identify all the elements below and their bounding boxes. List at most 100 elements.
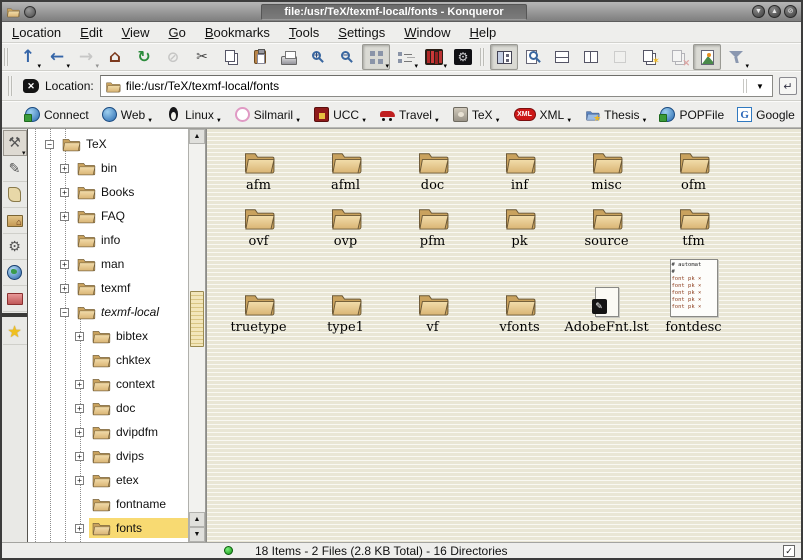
- tree-row-context[interactable]: +context: [28, 372, 188, 396]
- tree-row-etex[interactable]: +etex: [28, 468, 188, 492]
- expand-icon[interactable]: +: [75, 332, 84, 341]
- file-item-misc[interactable]: misc: [563, 137, 650, 193]
- expand-icon[interactable]: +: [75, 452, 84, 461]
- go-button[interactable]: ↵: [779, 77, 797, 95]
- sidebar-root-button[interactable]: [3, 286, 27, 312]
- remove-view-button[interactable]: [606, 44, 634, 70]
- menu-view[interactable]: View: [122, 25, 150, 40]
- expand-icon[interactable]: +: [75, 524, 84, 533]
- tree-row-books[interactable]: +Books: [28, 180, 188, 204]
- tree-row-texmf[interactable]: +texmf: [28, 276, 188, 300]
- kde-gear-button[interactable]: ⚙: [449, 44, 477, 70]
- tree-row-faq[interactable]: +FAQ: [28, 204, 188, 228]
- collapse-icon[interactable]: −: [45, 140, 54, 149]
- file-item-fontdesc[interactable]: # automat # font pk × font pk × font pk …: [650, 249, 737, 335]
- split-view-left-right-button[interactable]: [577, 44, 605, 70]
- scroll-up-button[interactable]: ▲: [189, 129, 205, 144]
- new-tab-button[interactable]: ✶: [635, 44, 663, 70]
- print-button[interactable]: [275, 44, 303, 70]
- file-item-ovp[interactable]: ovp: [302, 193, 389, 249]
- bookmark-tex[interactable]: TeX▼: [453, 104, 501, 126]
- close-tab-button[interactable]: ✕: [664, 44, 692, 70]
- menu-bookmarks[interactable]: Bookmarks: [205, 25, 270, 40]
- zoom-in-button[interactable]: +: [304, 44, 332, 70]
- reload-button[interactable]: ↻: [130, 44, 158, 70]
- scroll-up-button-2[interactable]: ▲: [189, 512, 205, 527]
- tree-row-tex[interactable]: −TeX: [28, 132, 188, 156]
- up-button[interactable]: ↑: [14, 44, 42, 70]
- tree-row-dvipdfm[interactable]: +dvipdfm: [28, 420, 188, 444]
- location-combobox[interactable]: file:/usr/TeX/texmf-local/fonts ▼: [100, 75, 773, 97]
- toolbar-grip-2[interactable]: [480, 48, 485, 66]
- tree-row-info[interactable]: +info: [28, 228, 188, 252]
- scrollbar-track[interactable]: [189, 144, 205, 512]
- bookmark-travel[interactable]: Travel▼: [380, 104, 440, 126]
- bookmark-connect[interactable]: Connect: [25, 104, 89, 126]
- file-item-vfonts[interactable]: vfonts: [476, 249, 563, 335]
- tree-row-dvips[interactable]: +dvips: [28, 444, 188, 468]
- menu-help[interactable]: Help: [470, 25, 497, 40]
- tree-row-bibtex[interactable]: +bibtex: [28, 324, 188, 348]
- expand-icon[interactable]: +: [60, 284, 69, 293]
- expand-icon[interactable]: +: [60, 164, 69, 173]
- back-button[interactable]: ←: [43, 44, 71, 70]
- bookmark-popfile[interactable]: POPFile: [660, 104, 724, 126]
- expand-icon[interactable]: +: [60, 260, 69, 269]
- icon-view-button[interactable]: [362, 44, 390, 70]
- bookmark-linux[interactable]: Linux▼: [166, 104, 222, 126]
- sidebar-network-button[interactable]: [3, 260, 27, 286]
- sidebar-bookmarks-pen-button[interactable]: ✎: [3, 156, 27, 182]
- tree-row-bin[interactable]: +bin: [28, 156, 188, 180]
- sidebar-config-button[interactable]: ⚒: [3, 130, 27, 156]
- expand-icon[interactable]: +: [60, 212, 69, 221]
- bookmark-xml[interactable]: XMLXML▼: [514, 104, 573, 126]
- bookshelf-button[interactable]: [420, 44, 448, 70]
- file-item-afml[interactable]: afml: [302, 137, 389, 193]
- home-button[interactable]: ⌂: [101, 44, 129, 70]
- file-item-pfm[interactable]: pfm: [389, 193, 476, 249]
- image-preview-button[interactable]: [693, 44, 721, 70]
- toolbar-grip[interactable]: [4, 48, 9, 66]
- locbar-grip[interactable]: [8, 76, 13, 96]
- minimize-button[interactable]: ▼: [752, 5, 765, 18]
- tree-row-fonts[interactable]: +fonts: [28, 516, 188, 540]
- maximize-button[interactable]: ▲: [768, 5, 781, 18]
- sidebar-services-button[interactable]: ⚙: [3, 234, 27, 260]
- location-dropdown-arrow[interactable]: ▼: [752, 77, 768, 95]
- file-item-type1[interactable]: type1: [302, 249, 389, 335]
- location-input[interactable]: file:/usr/TeX/texmf-local/fonts: [126, 79, 738, 93]
- bookmark-google[interactable]: GGoogle: [737, 104, 795, 126]
- tree-row-chktex[interactable]: +chktex: [28, 348, 188, 372]
- file-item-inf[interactable]: inf: [476, 137, 563, 193]
- sidebar-bookmarks-button[interactable]: ★: [3, 319, 27, 345]
- tree-row-man[interactable]: +man: [28, 252, 188, 276]
- file-item-doc[interactable]: doc: [389, 137, 476, 193]
- bookmark-web[interactable]: Web▼: [102, 104, 153, 126]
- file-item-ofm[interactable]: ofm: [650, 137, 737, 193]
- bookmark-thesis[interactable]: ★Thesis▼: [585, 104, 647, 126]
- find-file-button[interactable]: [519, 44, 547, 70]
- forward-button[interactable]: →: [72, 44, 100, 70]
- status-check-icon[interactable]: ✓: [783, 545, 795, 557]
- expand-icon[interactable]: +: [60, 188, 69, 197]
- sidebar-history-button[interactable]: [3, 182, 27, 208]
- expand-icon[interactable]: +: [75, 404, 84, 413]
- sidebar-home-button[interactable]: [3, 208, 27, 234]
- expand-icon[interactable]: +: [75, 476, 84, 485]
- tree-scrollbar[interactable]: ▲ ▲ ▼: [188, 129, 205, 542]
- menu-window[interactable]: Window: [404, 25, 450, 40]
- paste-button[interactable]: [246, 44, 274, 70]
- tree-row-texmf-local[interactable]: −texmf-local: [28, 300, 188, 324]
- bookmark-ucc[interactable]: UCC▼: [314, 104, 367, 126]
- file-item-pk[interactable]: pk: [476, 193, 563, 249]
- scroll-down-button[interactable]: ▼: [189, 527, 205, 542]
- file-item-truetype[interactable]: truetype: [215, 249, 302, 335]
- file-item-adobefnt[interactable]: ✎AdobeFnt.lst: [563, 249, 650, 335]
- copy-button[interactable]: [217, 44, 245, 70]
- title-bar[interactable]: file:/usr/TeX/texmf-local/fonts - Konque…: [2, 2, 801, 22]
- clear-location-button[interactable]: ✕: [23, 79, 39, 93]
- filter-button[interactable]: [722, 44, 750, 70]
- split-view-top-bottom-button[interactable]: [548, 44, 576, 70]
- file-item-ovf[interactable]: ovf: [215, 193, 302, 249]
- collapse-icon[interactable]: −: [60, 308, 69, 317]
